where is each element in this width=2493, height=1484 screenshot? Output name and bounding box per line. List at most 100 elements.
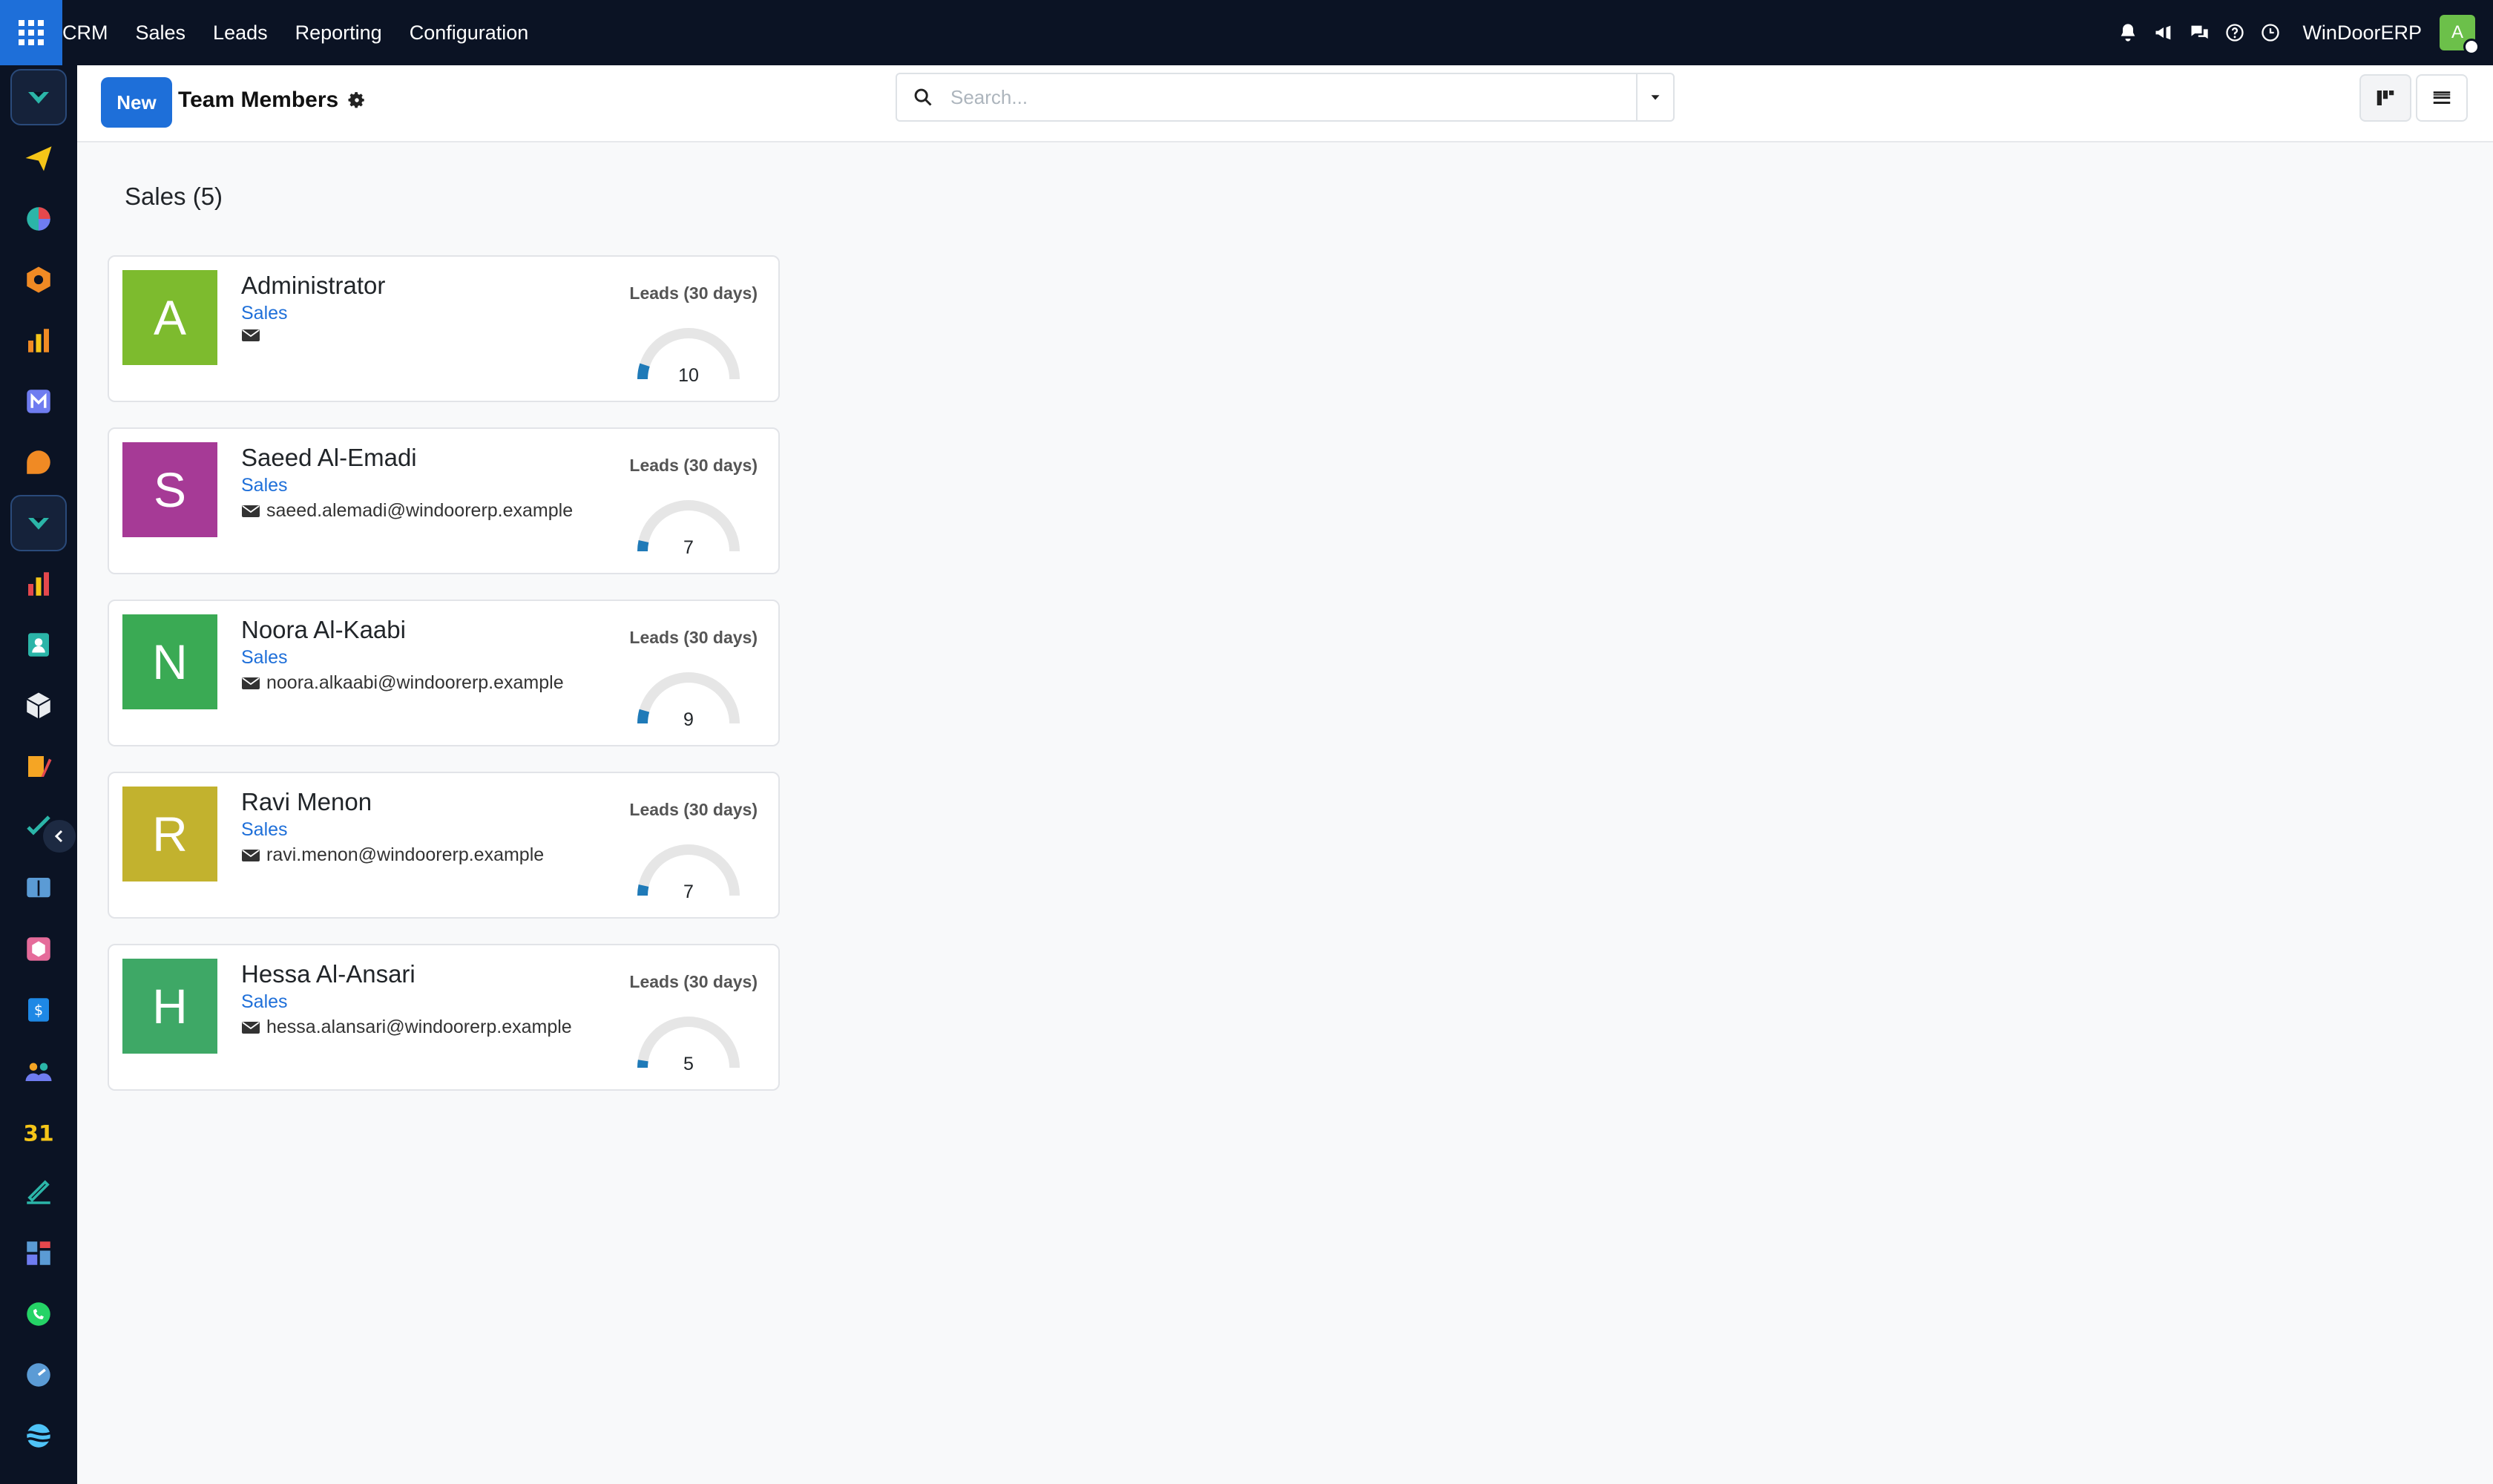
kanban-view-button[interactable]	[2359, 74, 2411, 122]
menu-leads[interactable]: Leads	[213, 22, 268, 45]
sidebar-app-wave-22[interactable]	[10, 1408, 67, 1464]
envelope-icon	[241, 504, 260, 519]
new-button[interactable]: New	[101, 77, 172, 128]
envelope-icon	[241, 328, 260, 343]
sidebar-app-bars-4[interactable]	[10, 312, 67, 369]
app-menu-button[interactable]	[0, 0, 62, 65]
member-team[interactable]: Sales	[241, 303, 288, 324]
megaphone-icon[interactable]	[2152, 22, 2175, 44]
member-email[interactable]: saeed.alemadi@windoorerp.example	[266, 500, 573, 522]
cube-icon	[26, 692, 51, 719]
sidebar-app-chat-bubble-6[interactable]	[10, 434, 67, 490]
paper-plane-icon	[25, 146, 52, 171]
grid-icon	[19, 20, 44, 45]
menu-crm[interactable]: CRM	[62, 22, 108, 45]
member-initial: R	[152, 807, 188, 861]
leads-count: 9	[683, 709, 694, 730]
sidebar-app-book-13[interactable]	[10, 860, 67, 916]
company-name[interactable]: WinDoorERP	[2302, 22, 2422, 45]
box-hex-icon	[27, 266, 50, 293]
sidebar-app-box-hex-3[interactable]	[10, 252, 67, 308]
list-view-button[interactable]	[2416, 74, 2468, 122]
sidebar-collapse-button[interactable]	[43, 820, 76, 853]
sidebar-app-pie-2[interactable]	[10, 191, 67, 247]
member-email[interactable]: ravi.menon@windoorerp.example	[266, 844, 544, 866]
member-email[interactable]: noora.alkaabi@windoorerp.example	[266, 672, 564, 694]
member-team[interactable]: Sales	[241, 991, 288, 1013]
member-team[interactable]: Sales	[241, 647, 288, 669]
palette-icon	[28, 756, 52, 777]
gear-icon[interactable]	[347, 91, 367, 110]
list-icon	[2433, 91, 2451, 104]
mail-m-icon	[27, 390, 50, 413]
sidebar-app-crm-7[interactable]	[10, 495, 67, 551]
app-sidebar: $31	[0, 65, 77, 1484]
dashboard-icon	[27, 1241, 50, 1265]
member-name: Ravi Menon	[241, 788, 372, 815]
leads-label: Leads (30 days)	[629, 283, 758, 303]
leads-count: 7	[683, 881, 694, 902]
sidebar-app-mail-m-5[interactable]	[10, 373, 67, 430]
user-initial: A	[2451, 22, 2463, 42]
member-initial: H	[152, 979, 188, 1034]
wave-icon	[26, 1424, 51, 1448]
sidebar-app-clock-dial-21[interactable]	[10, 1347, 67, 1403]
sidebar-app-paper-plane-1[interactable]	[10, 130, 67, 186]
search-options-toggle[interactable]	[1636, 74, 1673, 120]
user-avatar[interactable]: A	[2440, 15, 2480, 55]
member-avatar: H	[122, 959, 217, 1054]
team-member-card[interactable]: A Administrator Sales Leads (30 days) 10	[108, 255, 780, 402]
leads-label: Leads (30 days)	[629, 628, 758, 647]
menu-configuration[interactable]: Configuration	[410, 22, 529, 45]
bars-icon	[28, 329, 49, 352]
team-member-card[interactable]: S Saeed Al-Emadi Sales saeed.alemadi@win…	[108, 427, 780, 574]
sidebar-app-people-16[interactable]	[10, 1043, 67, 1099]
team-member-card[interactable]: H Hessa Al-Ansari Sales hessa.alansari@w…	[108, 944, 780, 1091]
page-title-wrap: Team Members	[178, 88, 367, 113]
sidebar-app-cube-box-14[interactable]	[10, 921, 67, 977]
top-navbar: CRM Sales Leads Reporting Configuration …	[0, 0, 2493, 65]
cube-box-icon	[27, 937, 50, 961]
leads-label: Leads (30 days)	[629, 456, 758, 475]
contact-icon	[28, 633, 49, 657]
crm-icon	[28, 518, 49, 530]
pie-icon	[27, 207, 50, 231]
sidebar-app-dashboard-19[interactable]	[10, 1225, 67, 1281]
chat-icon[interactable]	[2188, 22, 2210, 44]
bars-icon	[28, 572, 49, 596]
member-team[interactable]: Sales	[241, 475, 288, 496]
bell-icon[interactable]	[2117, 22, 2139, 44]
sidebar-app-contact-9[interactable]	[10, 617, 67, 673]
member-email[interactable]: hessa.alansari@windoorerp.example	[266, 1017, 572, 1038]
sidebar-app-calendar-31-17[interactable]: 31	[10, 1103, 67, 1160]
member-email-row: saeed.alemadi@windoorerp.example	[241, 500, 573, 522]
sidebar-app-dollar-15[interactable]: $	[10, 982, 67, 1038]
sidebar-app-bars-8[interactable]	[10, 556, 67, 612]
sidebar-app-cube-10[interactable]	[10, 677, 67, 734]
member-name: Hessa Al-Ansari	[241, 960, 416, 988]
menu-reporting[interactable]: Reporting	[295, 22, 382, 45]
sidebar-app-palette-11[interactable]	[10, 738, 67, 795]
member-team[interactable]: Sales	[241, 819, 288, 841]
sidebar-app-crm-0[interactable]	[10, 69, 67, 125]
search-input[interactable]	[949, 85, 1636, 110]
help-icon[interactable]	[2224, 22, 2246, 44]
menu-sales[interactable]: Sales	[136, 22, 186, 45]
team-member-card[interactable]: N Noora Al-Kaabi Sales noora.alkaabi@win…	[108, 600, 780, 746]
team-member-card[interactable]: R Ravi Menon Sales ravi.menon@windoorerp…	[108, 772, 780, 919]
kanban-icon	[2377, 91, 2394, 105]
member-avatar: R	[122, 787, 217, 881]
sidebar-app-sign-18[interactable]	[10, 1164, 67, 1221]
sidebar-app-whatsapp-20[interactable]	[10, 1286, 67, 1342]
leads-count: 7	[683, 537, 694, 558]
svg-text:31: 31	[23, 1120, 53, 1146]
caret-down-icon	[1651, 95, 1660, 100]
envelope-icon	[241, 848, 260, 863]
clock-icon[interactable]	[2259, 22, 2282, 44]
search-icon	[897, 87, 949, 108]
leads-label: Leads (30 days)	[629, 800, 758, 819]
member-email-row: ravi.menon@windoorerp.example	[241, 844, 544, 866]
leads-count: 10	[678, 365, 699, 386]
member-avatar: A	[122, 270, 217, 365]
leads-label: Leads (30 days)	[629, 972, 758, 991]
